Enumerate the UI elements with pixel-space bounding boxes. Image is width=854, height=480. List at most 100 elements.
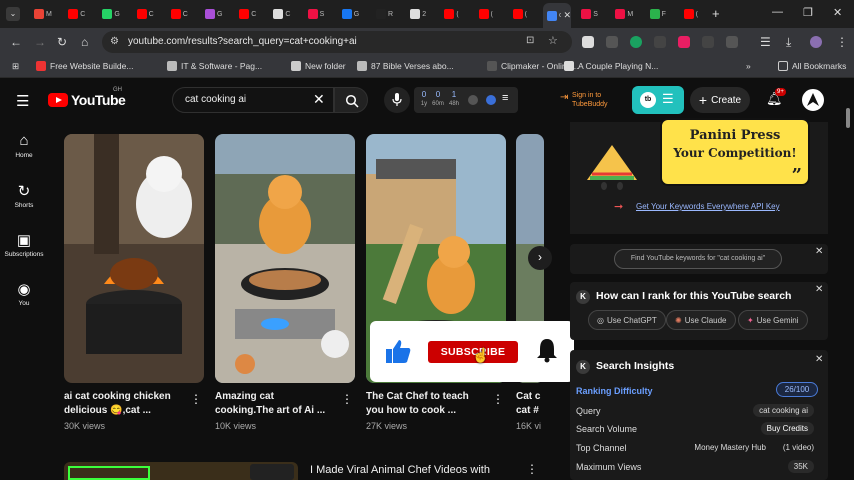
sidebar-item-you[interactable]: ◉ You <box>0 280 48 307</box>
sidebar-item-subscriptions[interactable]: ▣ Subscriptions <box>0 231 48 258</box>
install-app-icon[interactable]: ⊡ <box>526 35 534 46</box>
browser-tab[interactable]: F <box>646 5 674 23</box>
maximize-icon[interactable]: ❐ <box>803 6 813 19</box>
keywords-everywhere-ad[interactable]: Panini Press Your Competition! ” ➞ Get Y… <box>570 118 828 234</box>
clear-search-icon[interactable]: ✕ <box>313 91 325 108</box>
bookmark-star-icon[interactable]: ☆ <box>548 34 558 47</box>
search-button[interactable] <box>334 87 368 113</box>
video-thumbnail[interactable] <box>64 462 298 480</box>
browser-tab[interactable]: C <box>167 5 195 23</box>
tab-search-chevron-icon[interactable]: ⌄ <box>6 7 20 21</box>
bookmark-item[interactable]: 87 Bible Verses abo... <box>357 61 454 71</box>
all-bookmarks[interactable]: All Bookmarks <box>778 61 846 71</box>
extension-icon[interactable] <box>678 36 690 48</box>
browser-tab[interactable]: G <box>338 5 366 23</box>
browser-tab[interactable]: M <box>30 5 58 23</box>
video-more-icon[interactable]: ⋮ <box>492 392 504 406</box>
sidebar-item-shorts[interactable]: ↻ Shorts <box>0 182 48 209</box>
tab-search-icon[interactable]: ☰ <box>760 35 771 49</box>
page-scrollbar[interactable] <box>846 108 850 128</box>
account-avatar[interactable] <box>802 89 824 111</box>
search-query-text[interactable]: cat cooking ai <box>185 94 246 105</box>
create-button[interactable]: + Create <box>690 87 750 113</box>
video-title[interactable]: I Made Viral Animal Chef Videos with <box>310 464 490 476</box>
close-window-icon[interactable]: ✕ <box>833 6 842 19</box>
hamburger-menu-icon[interactable]: ☰ <box>16 92 29 110</box>
extension-icon[interactable] <box>654 36 666 48</box>
browser-tab[interactable]: C <box>64 5 92 23</box>
voice-search-button[interactable] <box>384 87 410 113</box>
browser-tab[interactable]: C <box>235 5 263 23</box>
browser-tab[interactable]: G <box>98 5 126 23</box>
use-claude-button[interactable]: ✺ Use Claude <box>666 310 736 330</box>
browser-tab[interactable]: S <box>577 5 605 23</box>
profile-avatar-icon[interactable] <box>810 36 822 48</box>
browser-tab[interactable]: R <box>372 5 400 23</box>
bookmarks-overflow-icon[interactable]: » <box>746 61 751 71</box>
find-keywords-button[interactable]: Find YouTube keywords for "cat cooking a… <box>614 249 782 269</box>
home-icon[interactable]: ⌂ <box>81 35 88 49</box>
forward-icon[interactable]: → <box>34 35 46 49</box>
url-text[interactable]: youtube.com/results?search_query=cat+coo… <box>128 36 357 47</box>
tab-title: M <box>46 10 52 18</box>
use-chatgpt-button[interactable]: ◎ Use ChatGPT <box>588 310 666 330</box>
vidiq-stats-widget[interactable]: 0 1y 0 60m 1 48h ≡ <box>414 87 518 113</box>
close-icon[interactable]: ✕ <box>815 246 823 257</box>
youtube-logo[interactable]: YouTube <box>48 92 126 108</box>
tab-close-icon[interactable]: ✕ <box>563 10 571 21</box>
new-tab-button[interactable]: + <box>712 6 720 21</box>
browser-tab[interactable]: ( <box>475 5 503 23</box>
video-title[interactable]: Amazing cat cooking.The art of Ai ... <box>215 390 335 418</box>
video-more-icon[interactable]: ⋮ <box>341 392 353 406</box>
tubebuddy-signin-link[interactable]: ⇥ Sign in to TubeBuddy <box>560 91 628 109</box>
browser-menu-icon[interactable]: ⋮ <box>836 35 848 49</box>
browser-tab[interactable]: C <box>269 5 297 23</box>
tab-favicon-icon <box>34 9 44 19</box>
video-more-icon[interactable]: ⋮ <box>526 462 538 476</box>
browser-tab[interactable]: M <box>611 5 639 23</box>
api-key-link[interactable]: Get Your Keywords Everywhere API Key <box>636 202 780 211</box>
tubebuddy-button[interactable]: tb ☰ <box>632 86 684 114</box>
download-icon[interactable]: ⤓ <box>786 35 791 50</box>
extension-icon[interactable] <box>702 36 714 48</box>
back-icon[interactable]: ← <box>10 35 22 49</box>
browser-tab[interactable]: C <box>133 5 161 23</box>
browser-tab[interactable]: ( <box>680 5 708 23</box>
use-gemini-button[interactable]: ✦ Use Gemini <box>738 310 808 330</box>
video-title[interactable]: The Cat Chef to teach you how to cook ... <box>366 390 486 418</box>
close-icon[interactable]: ✕ <box>815 284 823 295</box>
video-title[interactable]: ai cat cooking chicken delicious 😋,cat ..… <box>64 390 184 418</box>
bookmark-item[interactable]: Free Website Builde... <box>36 61 133 71</box>
extension-icon[interactable] <box>606 36 618 48</box>
sidebar-item-home[interactable]: ⌂ Home <box>0 132 48 159</box>
close-icon[interactable]: ✕ <box>815 354 823 365</box>
browser-tab[interactable]: ( <box>440 5 468 23</box>
video-title[interactable]: Cat c cat # <box>516 390 544 418</box>
extension-icon[interactable] <box>582 36 594 48</box>
carousel-next-button[interactable]: › <box>528 246 552 270</box>
minimize-icon[interactable]: — <box>772 6 783 18</box>
video-more-icon[interactable]: ⋮ <box>190 392 202 406</box>
extension-icon[interactable] <box>486 95 496 105</box>
video-thumbnail[interactable] <box>64 134 204 383</box>
extension-icon[interactable] <box>468 95 478 105</box>
extensions-puzzle-icon[interactable] <box>726 36 738 48</box>
buy-credits-button[interactable]: Buy Credits <box>760 422 814 435</box>
browser-tab[interactable]: 2 <box>406 5 434 23</box>
search-input[interactable]: cat cooking ai ✕ <box>172 87 334 113</box>
bookmark-item[interactable]: A Couple Playing N... <box>564 61 658 71</box>
reload-icon[interactable]: ↻ <box>57 35 67 49</box>
site-info-icon[interactable]: ⚙ <box>110 36 119 47</box>
top-channel-value[interactable]: Money Mastery Hub <box>694 443 766 452</box>
browser-tab[interactable]: ( <box>509 5 537 23</box>
grammarly-icon[interactable] <box>630 36 642 48</box>
video-thumbnail[interactable] <box>215 134 355 383</box>
extension-menu-icon[interactable]: ≡ <box>502 92 508 104</box>
apps-grid-icon[interactable]: ⊞ <box>12 61 19 72</box>
address-bar[interactable]: ⚙ youtube.com/results?search_query=cat+c… <box>102 31 572 53</box>
browser-tab[interactable]: c ✕ <box>543 3 571 28</box>
browser-tab[interactable]: G <box>201 5 229 23</box>
bookmark-item[interactable]: New folder <box>291 61 346 71</box>
bookmark-item[interactable]: IT & Software - Pag... <box>167 61 262 71</box>
browser-tab[interactable]: S <box>304 5 332 23</box>
